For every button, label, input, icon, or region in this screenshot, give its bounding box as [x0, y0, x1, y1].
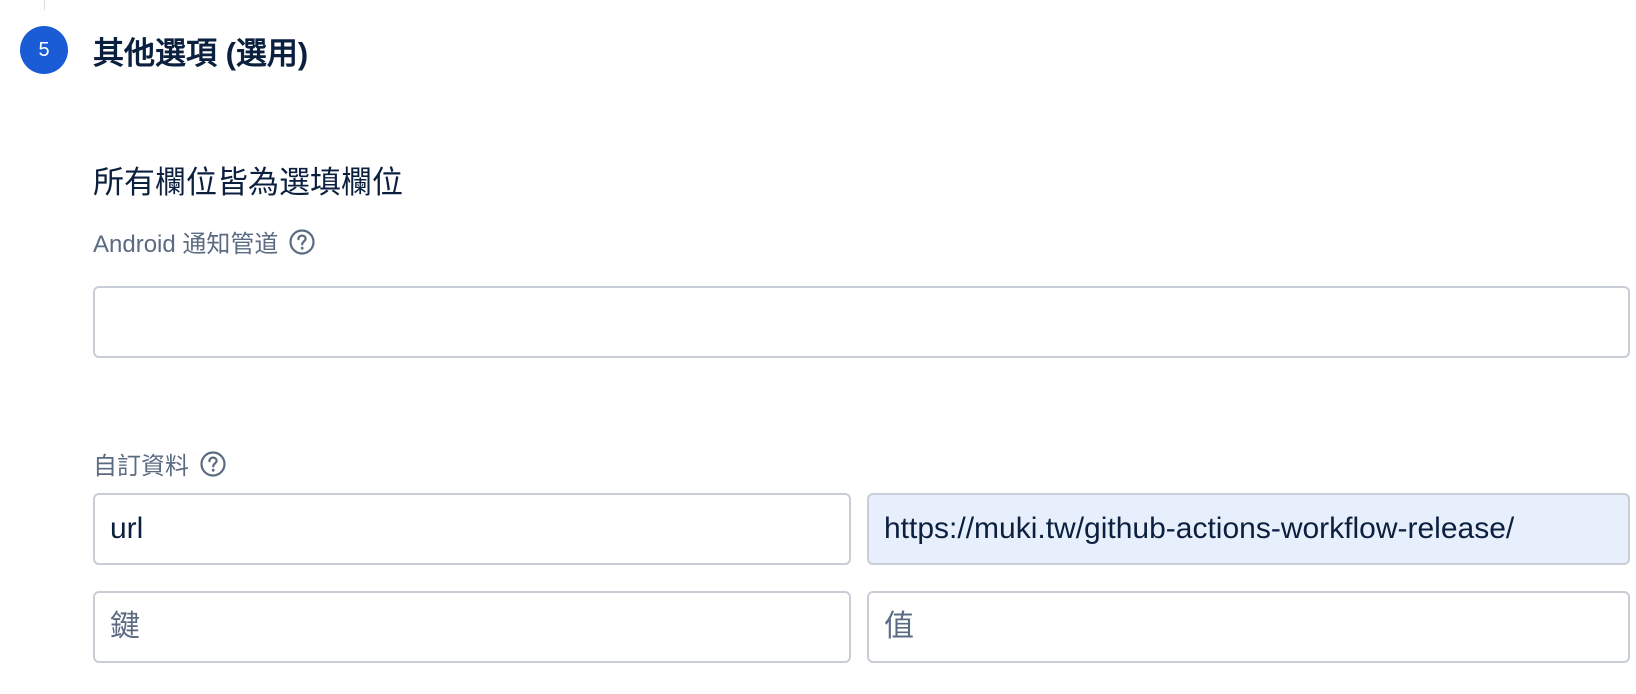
section-subtitle: 所有欄位皆為選填欄位 [93, 165, 403, 200]
step-number-badge: 5 [20, 26, 68, 74]
stepper-connector-line [44, 0, 45, 10]
other-options-section: 5 其他選項 (選用) 所有欄位皆為選填欄位 Android 通知管道 自訂資料 [0, 0, 1636, 694]
android-channel-label: Android 通知管道 [93, 231, 279, 258]
help-circle-icon[interactable] [288, 228, 316, 256]
custom-data-value-input[interactable] [867, 493, 1630, 565]
help-circle-icon[interactable] [199, 450, 227, 478]
custom-data-value-input[interactable] [867, 591, 1630, 663]
custom-data-key-input[interactable] [93, 493, 851, 565]
custom-data-label-row: 自訂資料 [93, 446, 227, 481]
step-title: 其他選項 (選用) [93, 36, 309, 71]
custom-data-label: 自訂資料 [93, 453, 189, 480]
android-channel-label-row: Android 通知管道 [93, 224, 316, 259]
custom-data-key-input[interactable] [93, 591, 851, 663]
android-channel-input[interactable] [93, 286, 1630, 358]
